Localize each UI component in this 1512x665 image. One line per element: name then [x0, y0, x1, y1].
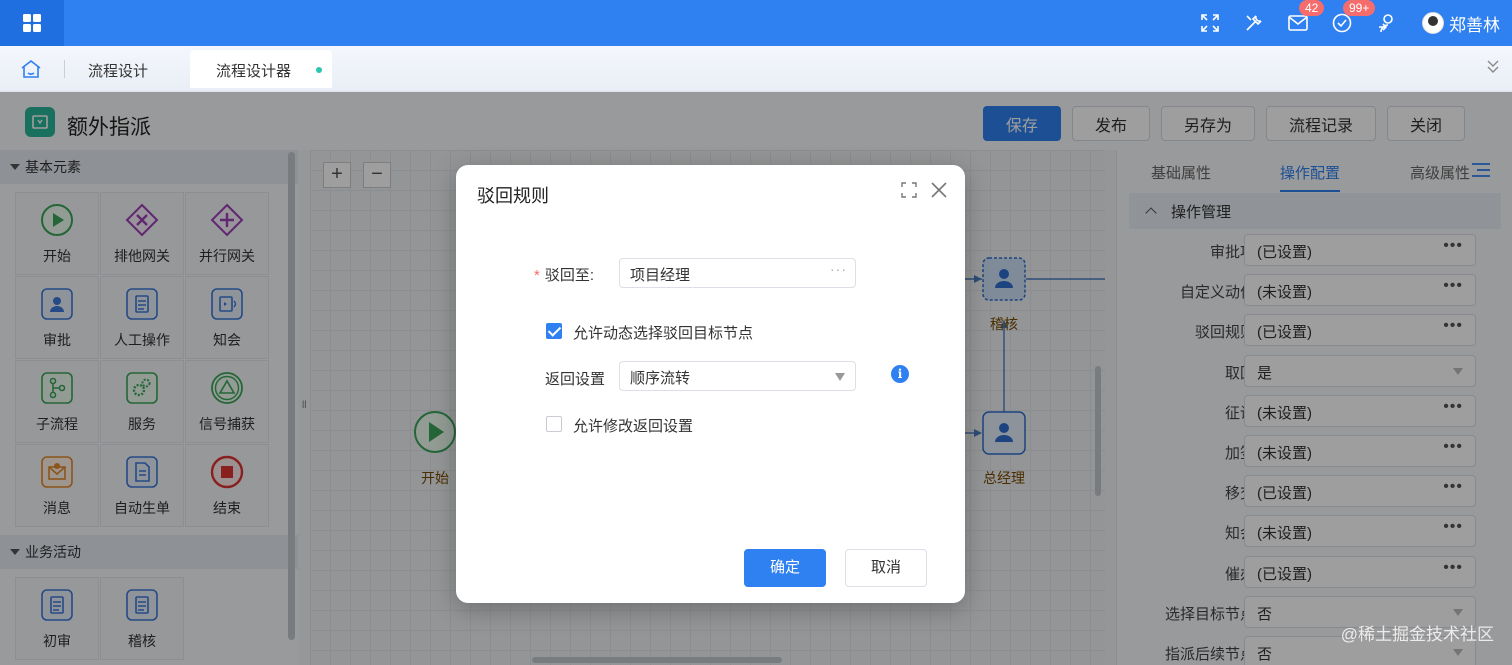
- return-setting-value: 顺序流转: [630, 370, 691, 387]
- tab-label: 流程设计器: [216, 63, 292, 80]
- dialog-title: 驳回规则: [477, 186, 549, 206]
- home-icon[interactable]: [20, 59, 42, 79]
- task-check-icon[interactable]: 99+: [1331, 0, 1376, 34]
- reject-rule-dialog: 驳回规则 * 驳回至: 项目经理 ··· 允许动态选择驳回目标节点 返回设置 顺序…: [456, 165, 965, 603]
- top-bar: 42 99+ 郑善林: [0, 0, 1512, 46]
- dropdown-caret-icon: [835, 373, 845, 381]
- apps-icon[interactable]: [0, 0, 64, 46]
- user-menu[interactable]: 郑善林: [1422, 11, 1500, 36]
- user-name: 郑善林: [1449, 15, 1500, 35]
- dialog-body: * 驳回至: 项目经理 ··· 允许动态选择驳回目标节点 返回设置 顺序流转 i …: [468, 227, 953, 525]
- reject-to-field[interactable]: 项目经理 ···: [619, 258, 856, 288]
- tools-icon[interactable]: [1243, 12, 1265, 34]
- more-icon[interactable]: ···: [830, 261, 847, 277]
- return-setting-label: 返回设置: [545, 371, 606, 388]
- reject-to-label: * 驳回至:: [534, 267, 595, 284]
- fullscreen-icon[interactable]: [1199, 12, 1221, 34]
- return-setting-select[interactable]: 顺序流转: [619, 361, 856, 391]
- dynamic-select-label: 允许动态选择驳回目标节点: [573, 325, 754, 342]
- active-dot: [316, 67, 322, 73]
- info-icon[interactable]: i: [891, 365, 909, 383]
- tab-process-design[interactable]: 流程设计: [88, 60, 148, 81]
- mail-badge: 42: [1299, 0, 1325, 16]
- tab-bar: 流程设计 流程设计器: [0, 46, 1512, 92]
- maximize-icon[interactable]: [901, 182, 917, 198]
- tab-process-designer[interactable]: 流程设计器: [190, 50, 332, 88]
- chevron-down-icon[interactable]: [1486, 58, 1500, 77]
- mail-icon[interactable]: 42: [1287, 0, 1325, 34]
- close-icon[interactable]: [930, 181, 948, 199]
- dynamic-select-checkbox[interactable]: [546, 323, 562, 339]
- reject-to-value: 项目经理: [630, 267, 691, 284]
- task-badge: 99+: [1343, 0, 1376, 16]
- watermark: @稀土掘金技术社区: [1340, 625, 1494, 644]
- confirm-button[interactable]: 确定: [744, 549, 826, 587]
- allow-modify-checkbox[interactable]: [546, 416, 562, 432]
- cancel-button[interactable]: 取消: [845, 549, 927, 587]
- user-switch-icon[interactable]: [1375, 12, 1397, 34]
- allow-modify-label: 允许修改返回设置: [573, 418, 694, 435]
- avatar: [1422, 12, 1444, 34]
- tab-divider: [64, 60, 65, 78]
